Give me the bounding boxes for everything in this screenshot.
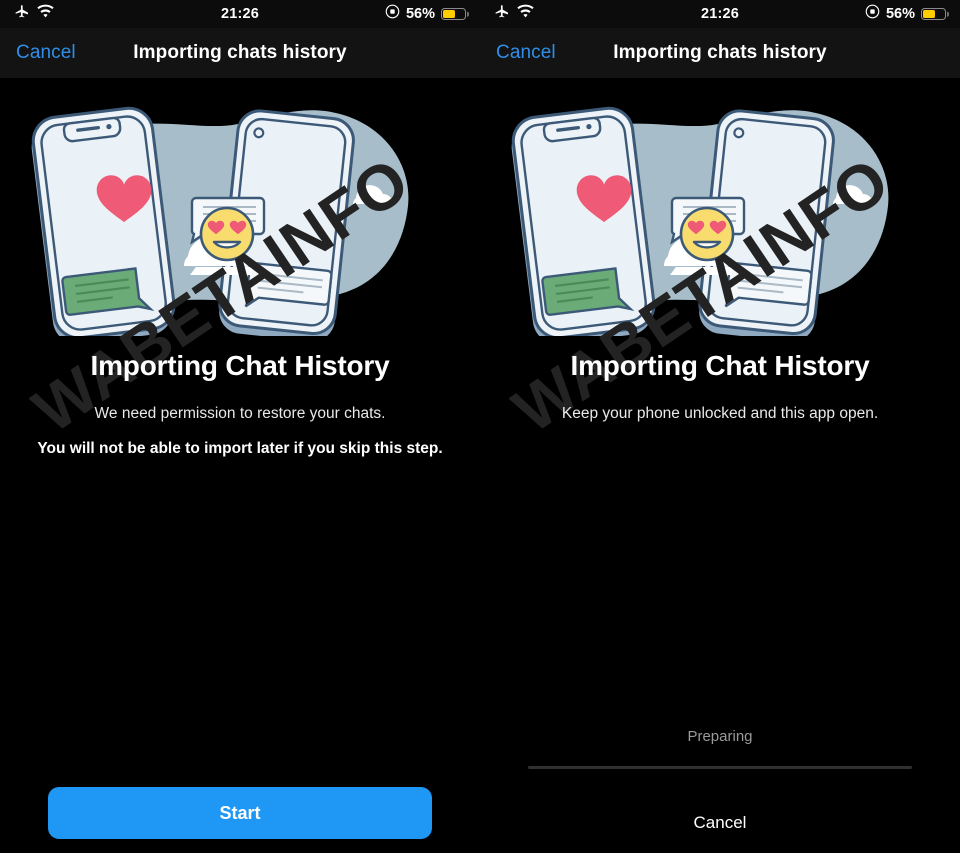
battery-percent-label: 56% bbox=[405, 6, 435, 22]
wifi-icon bbox=[517, 4, 534, 25]
heart-eyes-emoji bbox=[679, 206, 735, 262]
status-bar-left: 21:26 56% bbox=[0, 0, 480, 28]
illustration-svg bbox=[511, 106, 889, 336]
start-button[interactable]: Start bbox=[48, 787, 432, 839]
illustration-svg bbox=[31, 106, 409, 336]
airplane-mode-icon bbox=[14, 4, 30, 25]
airplane-mode-icon bbox=[494, 4, 510, 25]
progress-status-label: Preparing bbox=[687, 728, 753, 745]
progress-bar bbox=[528, 766, 912, 769]
battery-icon bbox=[921, 7, 946, 21]
rotation-lock-icon bbox=[385, 4, 400, 24]
screen-permission-prompt: 21:26 56% Cancel Importing chats history… bbox=[0, 0, 480, 853]
content-area-right: WABETAINFO Importing Chat History Keep y… bbox=[480, 86, 960, 853]
chat-transfer-illustration-right bbox=[480, 86, 960, 336]
page-headline-left: Importing Chat History bbox=[90, 350, 390, 381]
status-bar-right: 21:26 56% bbox=[480, 0, 960, 28]
battery-icon bbox=[441, 7, 466, 21]
rotation-lock-icon bbox=[865, 4, 880, 24]
status-bar-right-right-icons: 56% bbox=[865, 4, 946, 24]
status-bar-right-icons: 56% bbox=[385, 4, 466, 24]
page-subline-left: We need permission to restore your chats… bbox=[94, 405, 386, 422]
cancel-import-button[interactable]: Cancel bbox=[528, 805, 912, 843]
page-warning-left: You will not be able to import later if … bbox=[37, 440, 443, 457]
battery-percent-label: 56% bbox=[885, 6, 915, 22]
status-bar-right-left-icons bbox=[494, 4, 534, 25]
status-bar-left-icons bbox=[14, 4, 54, 25]
nav-cancel-button[interactable]: Cancel bbox=[496, 42, 556, 64]
nav-cancel-button[interactable]: Cancel bbox=[16, 42, 76, 64]
text-block-right: Importing Chat History Keep your phone u… bbox=[480, 350, 960, 423]
page-subline-right: Keep your phone unlocked and this app op… bbox=[561, 405, 879, 422]
nav-bar-left: Cancel Importing chats history bbox=[0, 28, 480, 78]
page-headline-right: Importing Chat History bbox=[570, 350, 870, 381]
wifi-icon bbox=[37, 4, 54, 25]
chat-transfer-illustration-left bbox=[0, 86, 480, 336]
heart-eyes-emoji bbox=[199, 206, 255, 262]
dual-screenshot-container: 21:26 56% Cancel Importing chats history… bbox=[0, 0, 960, 853]
nav-bar-right: Cancel Importing chats history bbox=[480, 28, 960, 78]
text-block-left: Importing Chat History We need permissio… bbox=[0, 350, 480, 458]
import-progress-area: Preparing Cancel bbox=[480, 728, 960, 853]
content-area-left: WABETAINFO Importing Chat History We nee… bbox=[0, 86, 480, 853]
phone-left bbox=[511, 106, 656, 336]
phone-left bbox=[31, 106, 176, 336]
screen-import-progress: 21:26 56% Cancel Importing chats history… bbox=[480, 0, 960, 853]
